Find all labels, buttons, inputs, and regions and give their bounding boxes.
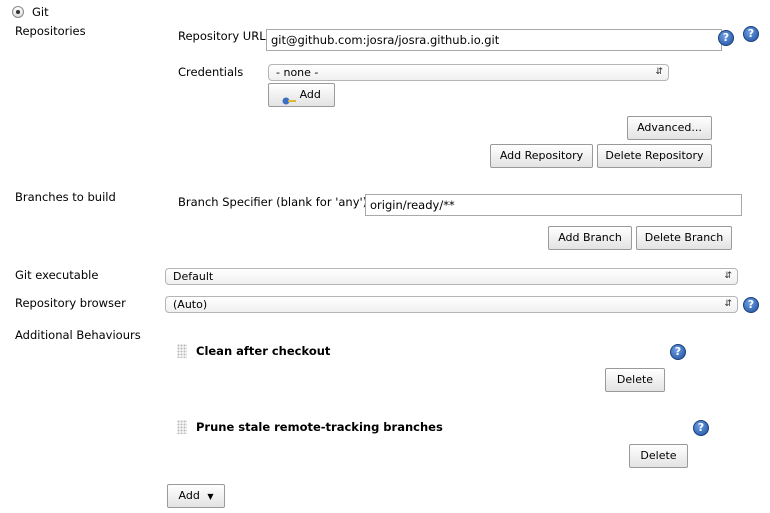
behaviour-title: Prune stale remote-tracking branches xyxy=(196,420,443,434)
advanced-button[interactable]: Advanced... xyxy=(627,116,712,140)
delete-behaviour-button[interactable]: Delete xyxy=(605,368,665,392)
repository-url-label: Repository URL xyxy=(178,29,266,43)
delete-branch-button[interactable]: Delete Branch xyxy=(636,226,732,250)
add-behaviour-label: Add xyxy=(178,489,200,502)
branch-specifier-input[interactable]: origin/ready/** xyxy=(365,194,742,216)
git-executable-selected-value: Default xyxy=(173,270,214,283)
git-label: Git xyxy=(32,5,49,19)
prune-branches-help-icon[interactable]: ? xyxy=(693,420,709,436)
select-arrows-icon: ⇵ xyxy=(724,271,732,281)
add-credentials-label: Add xyxy=(299,88,321,101)
branches-section-label: Branches to build xyxy=(15,190,116,204)
repository-browser-select[interactable]: (Auto) ⇵ xyxy=(165,296,738,313)
repository-browser-selected-value: (Auto) xyxy=(173,298,208,311)
delete-behaviour-button[interactable]: Delete xyxy=(629,444,688,468)
git-help-icon[interactable]: ? xyxy=(743,26,759,42)
repositories-section-label: Repositories xyxy=(15,24,86,38)
add-branch-button[interactable]: Add Branch xyxy=(548,226,632,250)
credentials-select[interactable]: - none - ⇵ xyxy=(268,64,669,81)
drag-handle-icon[interactable] xyxy=(177,420,187,434)
delete-repository-button[interactable]: Delete Repository xyxy=(597,144,712,168)
credentials-selected-value: - none - xyxy=(276,66,319,79)
additional-behaviours-label: Additional Behaviours xyxy=(15,328,141,342)
behaviour-title: Clean after checkout xyxy=(196,344,331,358)
drag-handle-icon[interactable] xyxy=(177,344,187,358)
git-radio-button[interactable] xyxy=(12,6,24,18)
repository-url-field-help-icon[interactable]: ? xyxy=(718,30,734,46)
repository-browser-label: Repository browser xyxy=(15,296,126,310)
repository-url-input[interactable]: git@github.com:josra/josra.github.io.git xyxy=(266,29,722,51)
clean-after-checkout-help-icon[interactable]: ? xyxy=(670,344,686,360)
repository-browser-help-icon[interactable]: ? xyxy=(743,297,759,313)
select-arrows-icon: ⇵ xyxy=(724,299,732,309)
credentials-label: Credentials xyxy=(178,65,244,79)
key-icon xyxy=(282,91,297,105)
git-executable-label: Git executable xyxy=(15,268,99,282)
add-credentials-button[interactable]: Add xyxy=(268,83,335,107)
add-behaviour-button[interactable]: Add ▼ xyxy=(167,484,225,508)
select-arrows-icon: ⇵ xyxy=(655,67,663,77)
git-executable-select[interactable]: Default ⇵ xyxy=(165,268,738,285)
caret-down-icon: ▼ xyxy=(207,492,214,501)
add-repository-button[interactable]: Add Repository xyxy=(490,144,593,168)
branch-specifier-label: Branch Specifier (blank for 'any') xyxy=(178,195,368,209)
